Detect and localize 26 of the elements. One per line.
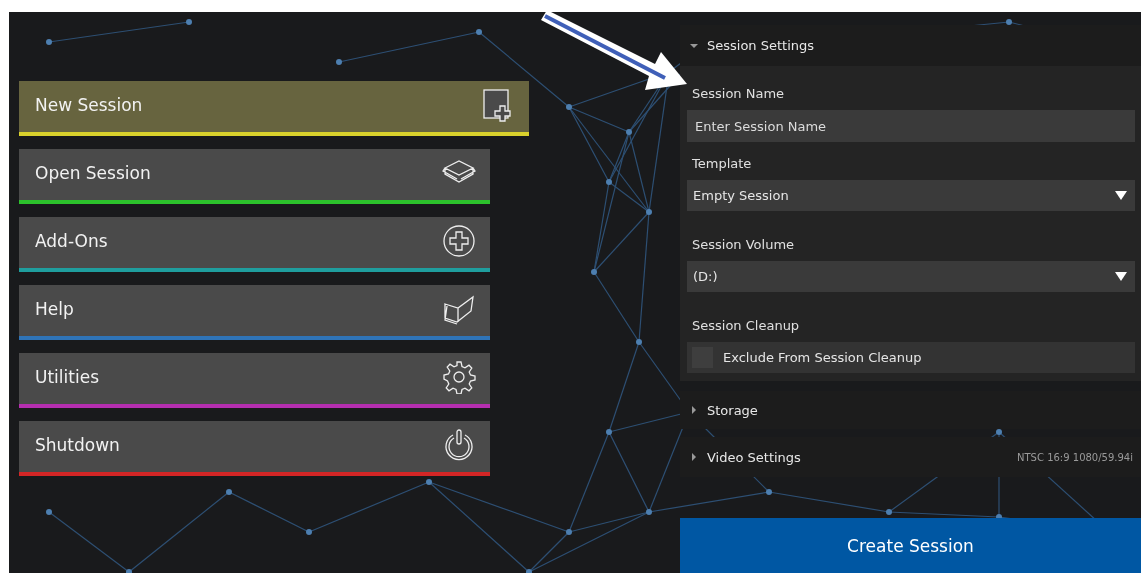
power-icon: [442, 427, 476, 462]
dropdown[interactable]: (D:): [687, 261, 1135, 292]
field-label: Session Name: [691, 85, 786, 103]
section-title: Video Settings: [707, 449, 801, 465]
dropdown-value: Empty Session: [693, 188, 789, 203]
dropdown[interactable]: Empty Session: [687, 180, 1135, 211]
section-title: Session Settings: [707, 38, 815, 53]
section-title: Storage: [707, 402, 758, 418]
dropdown-caret-icon: [1115, 272, 1127, 281]
menu-button[interactable]: New Session: [19, 81, 529, 136]
menu-button[interactable]: Open Session: [19, 149, 490, 204]
section-value: NTSC 16:9 1080/59.94i: [1017, 451, 1133, 463]
checkbox-option[interactable]: Exclude From Session Cleanup: [687, 342, 1135, 373]
field-label: Template: [691, 155, 753, 173]
dropdown-value: (D:): [693, 269, 718, 284]
plus-circle-icon: [442, 223, 476, 258]
menu-button[interactable]: Help: [19, 285, 490, 340]
create-session-button[interactable]: Create Session: [680, 518, 1141, 573]
session-name-field[interactable]: Enter Session Name: [687, 110, 1135, 142]
field-label: Session Volume: [691, 236, 796, 254]
menu-button[interactable]: Add-Ons: [19, 217, 490, 272]
field-label: Session Cleanup: [691, 317, 801, 335]
settings-icon: [442, 359, 476, 394]
menu-button[interactable]: Utilities: [19, 353, 490, 408]
menu-button[interactable]: Shutdown: [19, 421, 490, 476]
dropdown-caret-icon: [1115, 191, 1127, 200]
